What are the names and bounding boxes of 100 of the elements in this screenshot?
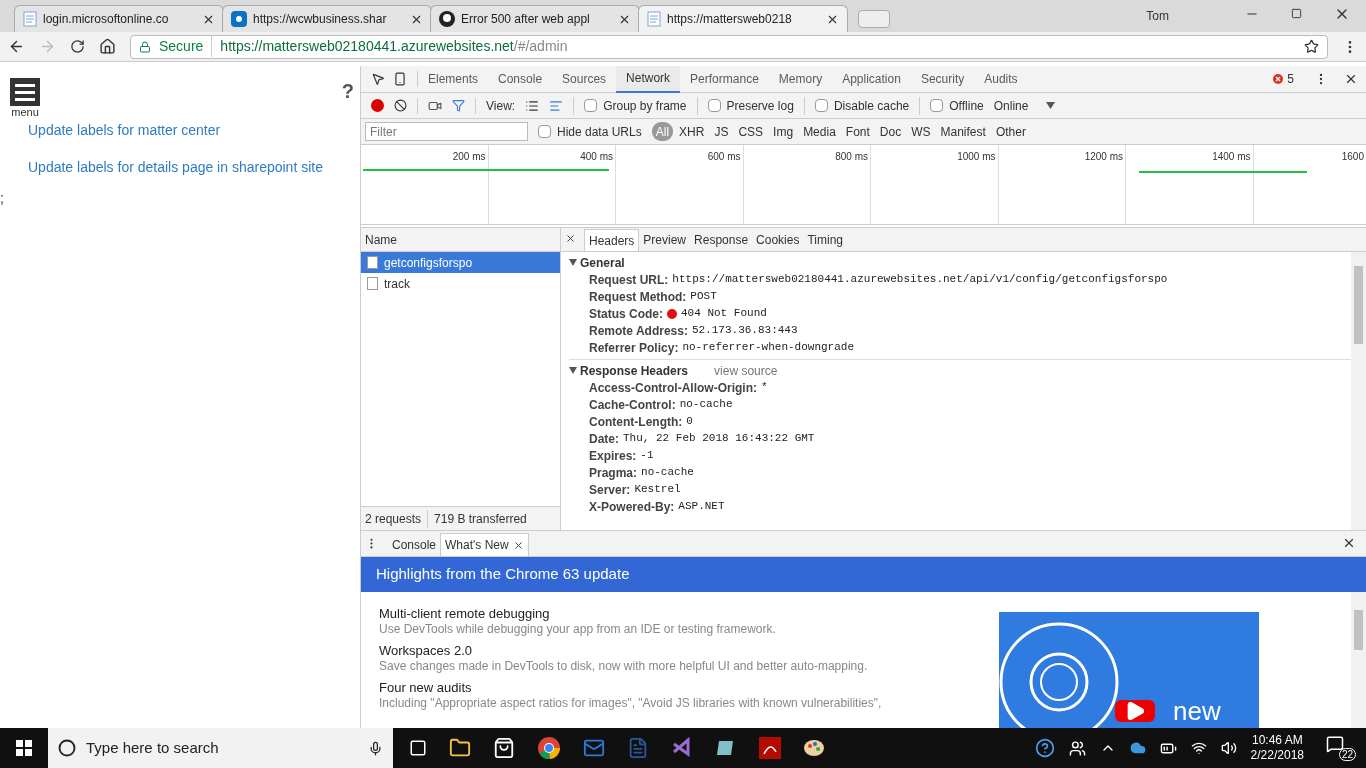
type-filter[interactable]: Manifest [936,122,990,141]
help-icon[interactable]: ? [341,76,354,106]
checkbox[interactable] [814,99,828,112]
panel-tab[interactable]: Elements [418,65,489,93]
page-link[interactable]: Update labels for matter center [28,120,360,141]
request-row[interactable]: track [361,273,560,294]
panel-tab[interactable]: Network [616,65,681,93]
help-icon[interactable] [1034,738,1055,758]
header-name: Request URL: [589,271,669,289]
type-filter[interactable]: Other [991,122,1030,141]
feature-description: Use DevTools while debugging your app from an IDE or testing framework. [379,622,777,637]
type-filter[interactable]: Doc [875,122,906,141]
document-icon[interactable] [627,737,649,759]
chrome-icon[interactable] [537,736,561,760]
filter-icon[interactable] [452,99,465,112]
browser-tab[interactable]: Error 500 after web appl [430,5,640,32]
error-counter[interactable]: 5 [1273,70,1294,88]
scrollbar[interactable] [1351,252,1366,530]
circle-icon[interactable] [58,739,76,757]
star-icon[interactable] [1304,39,1319,54]
browser-tab[interactable]: https://mattersweb0218 [638,5,848,32]
type-filter[interactable]: Img [769,122,798,141]
mail-icon[interactable] [583,737,605,759]
menu-label: menu [11,106,39,118]
device-icon[interactable] [393,72,407,86]
back-icon[interactable] [8,38,25,55]
play-icon[interactable] [1115,700,1155,722]
type-filter[interactable]: Font [841,122,874,141]
panel-tab[interactable]: Security [910,65,975,93]
view-source-link[interactable]: view source [714,361,778,380]
clock-date[interactable]: 2/22/2018 [1250,748,1304,763]
type-filter[interactable]: Media [799,122,840,141]
type-filter[interactable]: WS [907,122,935,141]
profile-name[interactable]: Tom [1146,7,1169,25]
panel-tab[interactable]: Performance [680,65,769,93]
waterfall-icon[interactable] [549,98,564,113]
panel-tab[interactable]: Audits [974,65,1028,93]
drawer-tab[interactable]: What's New [440,533,529,556]
cloud-icon[interactable] [1129,740,1146,756]
maximize-icon[interactable] [1291,8,1302,19]
throttling-select[interactable]: Online [993,96,1056,115]
clock-time[interactable]: 10:46 AM [1251,733,1303,748]
checkbox[interactable] [707,99,721,112]
filter-field[interactable]: Filter [365,122,528,141]
feature-title: Four new audits [379,680,473,696]
feature-description: Including "Appropriate aspect ratios for images", "Avoid JS libraries with known vulnerabilities", [379,696,883,711]
panel-tab[interactable]: Console [488,65,553,93]
panel-tab[interactable]: Sources [552,65,617,93]
hamburger-button[interactable] [10,78,40,106]
palette-icon[interactable] [803,737,825,759]
panel-tab[interactable]: Memory [768,65,833,93]
tab-title: Error 500 after web appl [461,11,591,28]
section-toggle[interactable]: Response Headers [569,361,689,380]
notification-button[interactable]: 22 [1326,735,1356,761]
address-bar[interactable]: Secure https://mattersweb02180441.azurewebsites.net/#/admin [130,34,1328,59]
type-filter[interactable]: JS [710,122,733,141]
checkbox[interactable] [584,99,598,112]
header-name: Pragma: [589,464,638,482]
inspect-icon[interactable] [371,72,385,86]
type-filter[interactable]: CSS [734,122,768,141]
detail-tab[interactable]: Timing [803,229,847,251]
option-label: Preserve log [726,97,794,115]
folder-icon[interactable] [449,737,471,759]
close-icon[interactable] [565,233,576,244]
detail-tab[interactable]: Headers [584,229,640,251]
home-icon[interactable] [99,38,116,55]
browser-tab[interactable]: login.microsoftonline.co [14,5,224,32]
clear-icon[interactable] [394,99,407,112]
close-icon[interactable] [1344,72,1358,86]
drawer-tab[interactable]: Console [388,533,441,556]
detail-tab[interactable]: Cookies [752,229,804,251]
type-filter[interactable]: XHR [675,122,709,141]
section-toggle[interactable]: General [569,253,625,272]
close-icon[interactable] [1342,536,1356,550]
detail-tab[interactable]: Response [690,229,753,251]
search-field[interactable]: Type here to search [48,728,393,768]
video-thumbnail[interactable]: new [999,612,1259,728]
task-view-icon[interactable] [409,739,427,757]
request-row[interactable]: getconfigsforspo [361,252,560,273]
checkbox[interactable] [930,99,944,112]
store-icon[interactable] [493,737,515,759]
url-text: https://mattersweb02180441.azurewebsites.net/#/admin [220,37,568,56]
page-link[interactable]: Update labels for details page in sharepoint site [28,157,360,178]
panel-tab[interactable]: Application [832,65,911,93]
column-header[interactable]: Name [365,230,397,249]
close-icon[interactable] [512,539,524,551]
scrollbar[interactable] [1351,592,1366,728]
microphone-icon[interactable] [368,740,383,756]
windows-logo-icon[interactable] [16,740,32,756]
list-view-icon[interactable] [525,98,540,113]
caret-icon [1046,102,1056,109]
people-icon[interactable] [1068,739,1086,757]
speaker-icon[interactable] [1220,740,1237,756]
browser-tab[interactable]: https://wcwbusiness.shar [222,5,432,32]
reload-icon[interactable] [70,39,85,54]
checkbox[interactable] [538,125,551,138]
detail-tab[interactable]: Preview [639,229,691,251]
record-icon[interactable] [371,99,384,112]
wifi-icon[interactable] [1190,740,1207,756]
banner: Highlights from the Chrome 63 update [361,557,1366,592]
